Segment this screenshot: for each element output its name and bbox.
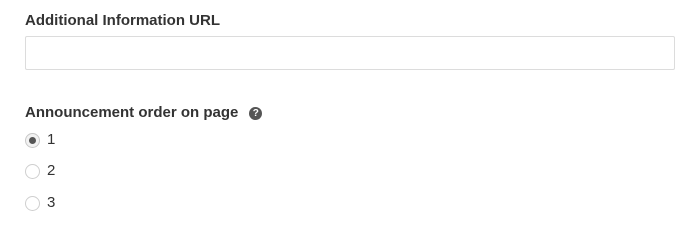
order-field-label-row: Announcement order on page ? [25,104,263,122]
radio-button-selected[interactable] [25,132,40,148]
order-option-3[interactable]: 3 [25,194,55,212]
order-option-1[interactable]: 1 [25,131,55,149]
radio-dot [29,136,36,144]
order-option-label: 3 [47,194,56,211]
order-option-label: 2 [47,162,56,179]
url-field-label: Additional Information URL [25,12,220,29]
order-field-label: Announcement order on page [25,104,239,121]
radio-button[interactable] [25,163,40,179]
additional-info-url-input[interactable] [25,36,675,70]
question-circle-icon[interactable]: ? [249,106,263,120]
order-option-2[interactable]: 2 [25,162,55,180]
radio-button[interactable] [25,195,40,211]
order-option-label: 1 [47,131,56,148]
announcement-form: Additional Information URL Announcement … [0,0,700,234]
